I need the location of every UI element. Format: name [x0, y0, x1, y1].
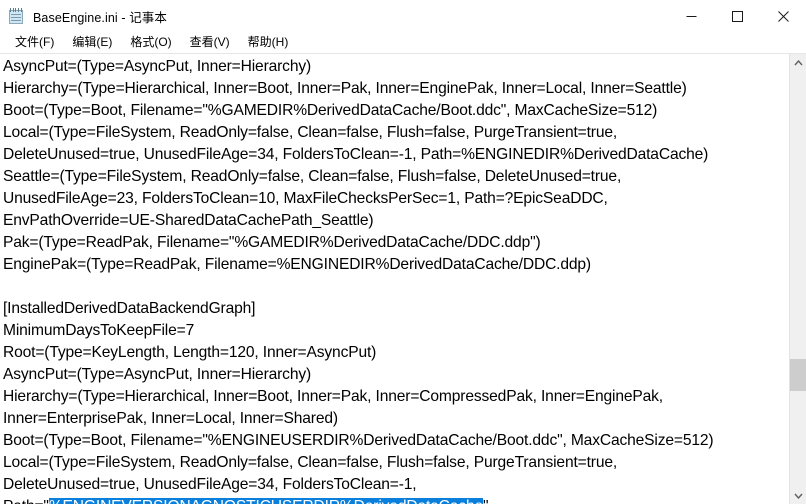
- maximize-icon: [731, 10, 743, 22]
- title-bar: BaseEngine.ini - 记事本: [0, 0, 806, 32]
- text-line: [3, 276, 789, 298]
- text-line: Path="%ENGINEVERSIONAGNOSTICUSERDIR%Deri…: [3, 496, 789, 504]
- text-segment: ",: [483, 498, 493, 504]
- menu-item-format[interactable]: 格式(O): [121, 34, 180, 52]
- notepad-window: BaseEngine.ini - 记事本 文件(F) 编辑(E) 格式(O) 查…: [0, 0, 806, 504]
- text-line: Local=(Type=FileSystem, ReadOnly=false, …: [3, 454, 618, 471]
- close-icon: [777, 10, 789, 22]
- minimize-button[interactable]: [668, 0, 714, 32]
- text-line: MinimumDaysToKeepFile=7: [3, 322, 195, 339]
- text-line: EnginePak=(Type=ReadPak, Filename=%ENGIN…: [3, 256, 591, 273]
- text-segment: Path=": [3, 498, 49, 504]
- text-line: Inner=EnterprisePak, Inner=Local, Inner=…: [3, 410, 338, 427]
- minimize-icon: [686, 15, 696, 17]
- scrollbar-track[interactable]: [790, 71, 806, 487]
- scroll-down-button[interactable]: [790, 487, 806, 504]
- menu-item-file[interactable]: 文件(F): [6, 34, 63, 52]
- text-line: Hierarchy=(Type=Hierarchical, Inner=Boot…: [3, 80, 687, 97]
- scrollbar-thumb[interactable]: [790, 359, 806, 391]
- menu-item-help[interactable]: 帮助(H): [239, 34, 298, 52]
- text-line: EnvPathOverride=UE-SharedDataCachePath_S…: [3, 212, 374, 229]
- text-line: [InstalledDerivedDataBackendGraph]: [3, 300, 256, 317]
- text-line: DeleteUnused=true, UnusedFileAge=34, Fol…: [3, 146, 709, 163]
- menu-bar: 文件(F) 编辑(E) 格式(O) 查看(V) 帮助(H): [0, 32, 806, 54]
- text-line: Pak=(Type=ReadPak, Filename="%GAMEDIR%De…: [3, 234, 541, 251]
- vertical-scrollbar[interactable]: [789, 54, 806, 504]
- menu-item-edit[interactable]: 编辑(E): [63, 34, 121, 52]
- close-button[interactable]: [760, 0, 806, 32]
- text-line: AsyncPut=(Type=AsyncPut, Inner=Hierarchy…: [3, 366, 312, 383]
- title-bar-left: BaseEngine.ini - 记事本: [0, 7, 668, 26]
- text-line: Boot=(Type=Boot, Filename="%GAMEDIR%Deri…: [3, 102, 658, 119]
- chevron-down-icon: [793, 493, 803, 499]
- text-line: Local=(Type=FileSystem, ReadOnly=false, …: [3, 124, 618, 141]
- scroll-up-button[interactable]: [790, 54, 806, 71]
- chevron-up-icon: [793, 59, 803, 65]
- text-line: Hierarchy=(Type=Hierarchical, Inner=Boot…: [3, 388, 663, 405]
- text-line: Boot=(Type=Boot, Filename="%ENGINEUSERDI…: [3, 432, 714, 449]
- text-line: Seattle=(Type=FileSystem, ReadOnly=false…: [3, 168, 622, 185]
- text-line: UnusedFileAge=23, FoldersToClean=10, Max…: [3, 190, 608, 207]
- editor-area: AsyncPut=(Type=AsyncPut, Inner=Hierarchy…: [0, 54, 806, 504]
- notepad-icon: [8, 7, 25, 25]
- window-controls: [668, 0, 806, 32]
- text-line: Root=(Type=KeyLength, Length=120, Inner=…: [3, 344, 377, 361]
- text-line: AsyncPut=(Type=AsyncPut, Inner=Hierarchy…: [3, 58, 312, 75]
- text-line: DeleteUnused=true, UnusedFileAge=34, Fol…: [3, 476, 417, 493]
- menu-item-view[interactable]: 查看(V): [181, 34, 239, 52]
- text-content[interactable]: AsyncPut=(Type=AsyncPut, Inner=Hierarchy…: [0, 54, 789, 504]
- selected-text[interactable]: %ENGINEVERSIONAGNOSTICUSERDIR%DerivedDat…: [48, 498, 483, 504]
- maximize-button[interactable]: [714, 0, 760, 32]
- window-title: BaseEngine.ini - 记事本: [33, 10, 168, 25]
